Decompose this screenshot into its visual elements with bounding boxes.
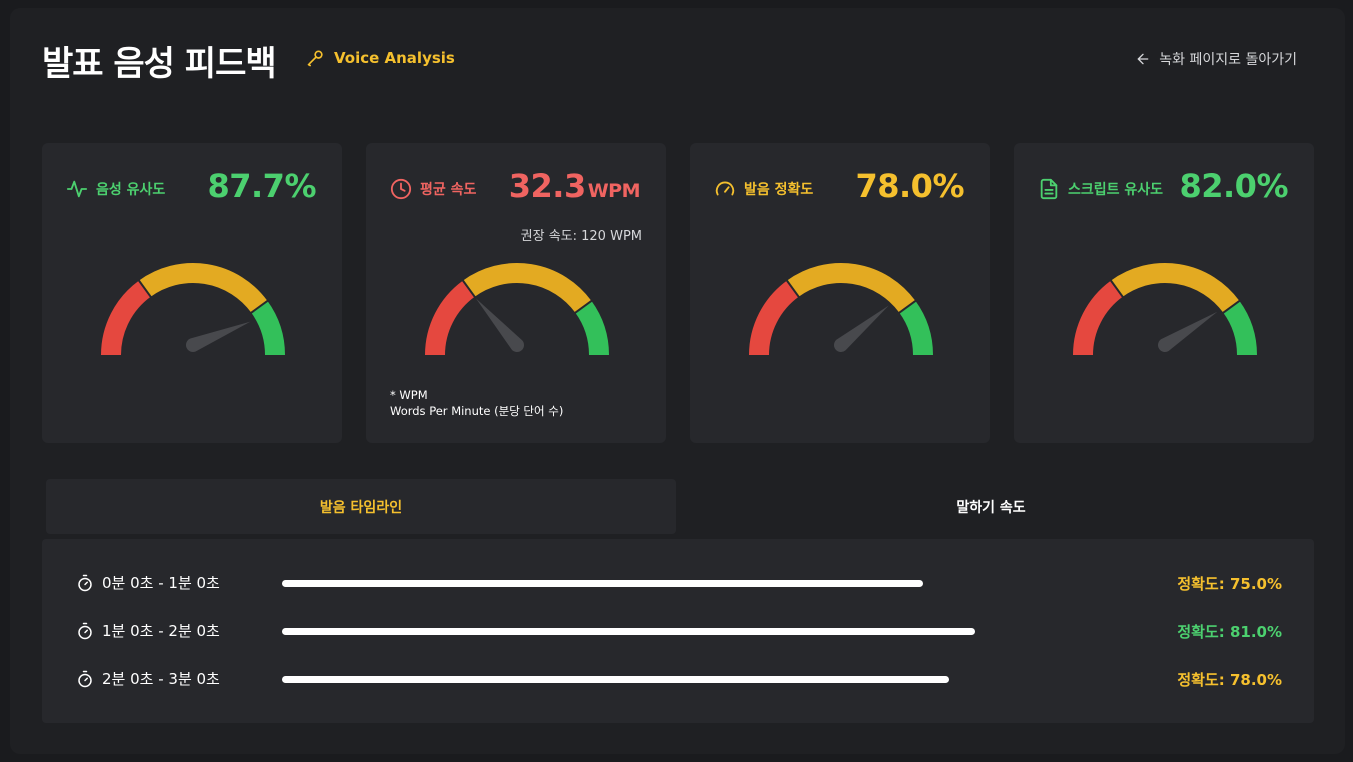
- clock-icon: [390, 178, 412, 200]
- gauge: [1073, 263, 1257, 356]
- gauge-green-segment: [1223, 300, 1257, 356]
- arrow-left-icon: [1137, 53, 1149, 65]
- card-label-text: 음성 유사도: [96, 182, 166, 198]
- timeline-range-text: 2분 0초 - 3분 0초: [102, 670, 220, 688]
- script-similarity-card: 스크립트 유사도 82.0%: [1014, 143, 1314, 443]
- tab-speaking-speed[interactable]: 말하기 속도: [676, 479, 1306, 534]
- accuracy-bar: [282, 676, 949, 683]
- timeline-row: 0분 0초 - 1분 0초 정확도: 75.0%: [42, 568, 1314, 598]
- pronunciation-accuracy-card: 발음 정확도 78.0%: [690, 143, 990, 443]
- footnote-line-1: * WPM: [390, 388, 428, 402]
- gauge: [101, 263, 285, 356]
- timeline-panel: 0분 0초 - 1분 0초 정확도: 75.0% 1분 0초 - 2분 0초 정…: [42, 539, 1314, 723]
- stopwatch-icon: [78, 670, 92, 687]
- average-speed-card: 평균 속도 32.3 WPM 권장 속도: 120 WPM * WPM Words…: [366, 143, 666, 443]
- card-value: 87.7%: [207, 167, 316, 205]
- card-value-number: 82.0%: [1179, 167, 1288, 205]
- timeline-range: 1분 0초 - 2분 0초: [76, 620, 220, 641]
- card-label: 음성 유사도: [66, 178, 165, 200]
- card-value-unit: WPM: [587, 180, 641, 202]
- wpm-footnote: * WPM Words Per Minute (분당 단어 수): [390, 387, 563, 419]
- gauge-red-segment: [425, 280, 475, 356]
- accuracy-value: 정확도: 75.0%: [1177, 575, 1282, 593]
- stopwatch-icon: [78, 622, 92, 639]
- gauge-red-segment: [1073, 280, 1123, 356]
- accuracy-bar: [282, 628, 975, 635]
- brand-text: Voice Analysis: [334, 49, 455, 67]
- gauge-needle: [186, 321, 251, 352]
- microphone-icon: [307, 50, 323, 67]
- accuracy-bar: [282, 580, 923, 587]
- activity-icon: [66, 180, 88, 198]
- document-icon: [1040, 178, 1058, 200]
- timeline-row: 1분 0초 - 2분 0초 정확도: 81.0%: [42, 616, 1314, 646]
- gauge-green-segment: [575, 300, 609, 356]
- timeline-range-text: 0분 0초 - 1분 0초: [102, 574, 220, 592]
- recommended-speed-note: 권장 속도: 120 WPM: [520, 229, 642, 244]
- accuracy-value: 정확도: 78.0%: [1177, 671, 1282, 689]
- gauge-red-segment: [101, 280, 151, 356]
- gauge-yellow-segment: [462, 263, 592, 313]
- gauge-yellow-segment: [786, 263, 916, 313]
- card-value-number: 87.7%: [207, 167, 316, 205]
- stopwatch-icon: [78, 574, 92, 591]
- voice-similarity-card: 음성 유사도 87.7%: [42, 143, 342, 443]
- page-title: 발표 음성 피드백: [42, 44, 277, 84]
- card-label: 스크립트 유사도: [1038, 178, 1163, 200]
- timeline-range: 0분 0초 - 1분 0초: [76, 572, 220, 593]
- timeline-range: 2분 0초 - 3분 0초: [76, 668, 220, 689]
- card-value: 78.0%: [855, 167, 964, 205]
- card-label-text: 평균 속도: [420, 182, 477, 198]
- gauge-red-segment: [749, 280, 799, 356]
- card-value-number: 78.0%: [855, 167, 964, 205]
- timeline-row: 2분 0초 - 3분 0초 정확도: 78.0%: [42, 664, 1314, 694]
- gauge: [749, 263, 933, 356]
- gauge-needle: [475, 298, 524, 352]
- card-label-text: 스크립트 유사도: [1068, 182, 1164, 198]
- card-value: 32.3 WPM: [508, 167, 641, 205]
- tab-bar: 발음 타임라인 말하기 속도: [46, 479, 1314, 534]
- card-label: 평균 속도: [390, 178, 476, 200]
- card-value: 82.0%: [1179, 167, 1288, 205]
- back-to-recording-link[interactable]: 녹화 페이지로 돌아가기: [1135, 49, 1297, 69]
- gauge-yellow-segment: [138, 263, 268, 313]
- gauge: [425, 263, 609, 356]
- gauge-needle: [834, 305, 889, 352]
- tab-pronunciation-timeline[interactable]: 발음 타임라인: [46, 479, 676, 534]
- gauge-yellow-segment: [1110, 263, 1240, 313]
- brand-label: Voice Analysis: [306, 48, 455, 68]
- gauge-icon: [715, 181, 735, 196]
- card-label-text: 발음 정확도: [744, 182, 814, 198]
- accuracy-value: 정확도: 81.0%: [1177, 623, 1282, 641]
- gauge-green-segment: [899, 300, 933, 356]
- back-link-label: 녹화 페이지로 돌아가기: [1159, 52, 1297, 68]
- timeline-range-text: 1분 0초 - 2분 0초: [102, 622, 220, 640]
- gauge-needle: [1158, 311, 1218, 352]
- footnote-line-2: Words Per Minute (분당 단어 수): [390, 404, 564, 418]
- gauge-green-segment: [251, 300, 285, 356]
- card-value-number: 32.3: [508, 167, 586, 205]
- card-label: 발음 정확도: [714, 178, 813, 200]
